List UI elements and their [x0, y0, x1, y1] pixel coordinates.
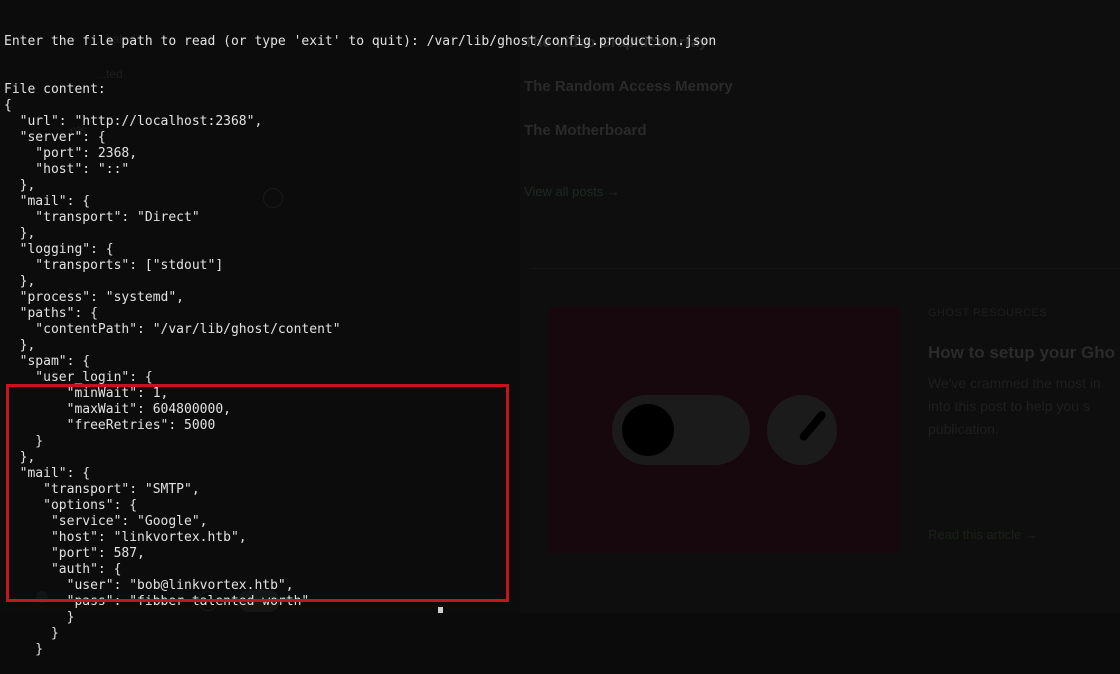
terminal-line: },: [4, 178, 36, 193]
terminal-line: "server": {: [4, 130, 106, 145]
terminal-prompt-line: Enter the file path to read (or type 'ex…: [4, 34, 717, 49]
terminal-line: "url": "http://localhost:2368",: [4, 114, 263, 129]
terminal-line: {: [4, 98, 12, 113]
mouse-cursor-icon: [438, 607, 443, 613]
terminal-line: "port": 2368,: [4, 146, 138, 161]
terminal-line: "paths": {: [4, 306, 98, 321]
terminal-line: }: [4, 626, 59, 641]
terminal-line: "process": "systemd",: [4, 290, 185, 305]
terminal-line: File content:: [4, 82, 106, 97]
terminal-line: "transports": ["stdout"]: [4, 258, 224, 273]
terminal-line: "spam": {: [4, 354, 91, 369]
terminal-line: "mail": {: [4, 194, 91, 209]
terminal-line: "host": "::": [4, 162, 130, 177]
terminal-line: "logging": {: [4, 242, 114, 257]
terminal-line: "contentPath": "/var/lib/ghost/content": [4, 322, 341, 337]
terminal-line: "transport": "Direct": [4, 210, 200, 225]
terminal-line: },: [4, 226, 36, 241]
terminal-line: },: [4, 338, 36, 353]
credentials-highlight-box: [6, 384, 509, 602]
terminal-line: },: [4, 274, 36, 289]
terminal-line: }: [4, 610, 75, 625]
terminal-line: }: [4, 642, 44, 657]
